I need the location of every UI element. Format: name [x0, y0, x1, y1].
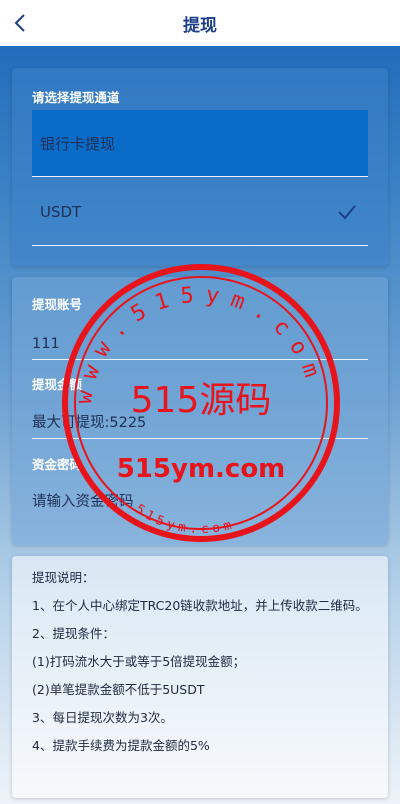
note-item: (2)单笔提款金额不低于5USDT [32, 682, 205, 697]
note-item: 2、提现条件： [32, 626, 115, 641]
notes-title: 提现说明： [32, 570, 95, 585]
channel-option-usdt[interactable]: USDT [32, 179, 368, 246]
account-input[interactable] [32, 328, 368, 360]
password-label: 资金密码 [32, 457, 83, 472]
amount-input[interactable] [32, 407, 368, 439]
amount-label: 提现金额 [32, 377, 83, 392]
page-title: 提现 [183, 15, 217, 36]
note-item: (1)打码流水大于或等于5倍提现金额； [32, 654, 246, 669]
top-bar: 提现 [0, 0, 400, 46]
note-item: 1、在个人中心绑定TRC20链收款地址，并上传收款二维码。 [32, 598, 368, 613]
note-item: 3、每日提现次数为3次。 [32, 710, 173, 725]
channel-card: 请选择提现通道 银行卡提现 USDT [12, 68, 388, 266]
withdraw-form-card: 提现账号 提现金额 资金密码 [12, 277, 388, 545]
channel-option-label: USDT [40, 203, 82, 221]
account-label: 提现账号 [32, 297, 83, 312]
notes-list: 提现说明： 1、在个人中心绑定TRC20链收款地址，并上传收款二维码。 2、提现… [32, 564, 368, 760]
back-button[interactable] [8, 9, 32, 37]
password-input[interactable] [32, 486, 368, 518]
checkmark-icon [338, 205, 356, 220]
note-item: 4、提款手续费为提款金额的5% [32, 738, 210, 753]
chevron-left-icon [14, 14, 25, 32]
withdraw-notes-card: 提现说明： 1、在个人中心绑定TRC20链收款地址，并上传收款二维码。 2、提现… [12, 556, 388, 798]
channel-option-label: 银行卡提现 [40, 134, 116, 153]
channel-option-bank[interactable]: 银行卡提现 [32, 110, 368, 177]
channel-section-label: 请选择提现通道 [32, 90, 120, 105]
